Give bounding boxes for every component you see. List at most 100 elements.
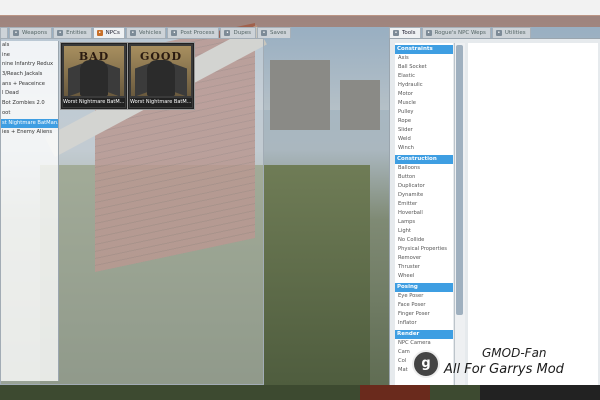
tool-item[interactable]: Hydraulic — [395, 81, 453, 90]
tree-item[interactable]: nine Infantry Redux — [1, 60, 58, 70]
tool-item[interactable]: Muscle — [395, 99, 453, 108]
npc-portrait: BAD — [64, 46, 124, 96]
tool-item[interactable]: Hoverball — [395, 209, 453, 218]
watermark-title: GMOD-Fan — [482, 346, 547, 360]
tab-utilities[interactable]: • Utilities — [491, 27, 531, 38]
tree-item[interactable]: als — [1, 41, 58, 51]
tab-entities[interactable]: • Entities — [53, 27, 92, 38]
spawn-menu-tabs: • Weapons • Entities • NPCs • Vehicles • Post… — [0, 27, 292, 38]
postprocess-icon: • — [171, 30, 178, 36]
tool-item[interactable]: Axis — [395, 54, 453, 63]
window-top-bar — [0, 0, 600, 16]
tree-item[interactable]: Bot Zombies 2.0 — [1, 99, 58, 109]
tab-label: Saves — [269, 30, 287, 36]
tool-menu: • Tools • Rogue's NPC Weps • Utilities Cons… — [389, 27, 600, 389]
tab-vehicles[interactable]: • Vehicles — [125, 27, 167, 38]
npc-label: Worst Nightmare BatM... — [63, 98, 125, 107]
tool-menu-body: Constraints Axis Ball Socket Elastic Hydraul… — [389, 38, 600, 389]
gmod-logo-icon: g — [412, 350, 440, 378]
hud-element — [480, 385, 600, 400]
tool-item[interactable]: Thruster — [395, 263, 453, 272]
tool-item[interactable]: Weld — [395, 135, 453, 144]
tool-category-header[interactable]: Constraints — [395, 45, 453, 54]
tool-item[interactable]: Rope — [395, 117, 453, 126]
tab-label: Entities — [66, 30, 87, 36]
tool-item[interactable]: Physical Properties — [395, 245, 453, 254]
gun-icon: • — [13, 30, 19, 36]
tool-item[interactable]: Balloons — [395, 164, 453, 173]
tree-item[interactable]: oot — [1, 109, 58, 119]
tool-item[interactable]: No Collide — [395, 236, 453, 245]
tab-label: Vehicles — [138, 30, 162, 36]
tab-post-process[interactable]: • Post Process — [167, 27, 220, 38]
tool-category-header[interactable]: Posing — [395, 283, 453, 292]
watermark-subtitle: All For Garrys Mod — [444, 362, 564, 377]
tool-item[interactable]: Light — [395, 227, 453, 236]
utilities-icon: • — [495, 30, 502, 36]
tool-item[interactable]: Face Poser — [395, 301, 453, 310]
save-icon: • — [260, 30, 267, 36]
tab-label: Weapons — [22, 30, 48, 36]
tab-npc-weps[interactable]: • Rogue's NPC Weps — [421, 27, 491, 38]
wrench-icon: • — [393, 30, 399, 36]
npc-spawn-icon[interactable]: BAD Worst Nightmare BatM... — [61, 43, 127, 109]
npc-spawn-icon[interactable]: GOOD Worst Nightmare BatM... — [128, 43, 194, 109]
spawn-menu-body: als ine nine Infantry Redux 3/Reach Jack… — [0, 38, 264, 385]
game-hud-strip — [0, 385, 600, 400]
tool-item[interactable]: Winch — [395, 144, 453, 153]
npc-portrait-text: GOOD — [139, 50, 183, 63]
background-building — [340, 80, 380, 130]
tool-item[interactable]: Slider — [395, 126, 453, 135]
tree-item-selected[interactable]: st Nightmare BatMan... — [1, 118, 58, 129]
car-icon: • — [129, 30, 136, 36]
npc-grid: BAD Worst Nightmare BatM... GOOD Worst N… — [61, 43, 259, 378]
hud-element — [360, 385, 430, 400]
npc-portrait: GOOD — [131, 46, 191, 96]
tool-item[interactable]: Wheel — [395, 272, 453, 281]
tab-list[interactable] — [0, 27, 8, 38]
tool-item[interactable]: Remover — [395, 254, 453, 263]
tab-label: NPCs — [105, 30, 120, 36]
tool-item[interactable]: Dynamite — [395, 191, 453, 200]
npc-weapon-icon: • — [425, 30, 432, 36]
scrollbar-thumb[interactable] — [456, 45, 463, 315]
watermark: g GMOD-Fan All For Garrys Mod — [412, 340, 597, 382]
tab-npcs[interactable]: • NPCs — [92, 27, 125, 38]
spawn-menu: • Weapons • Entities • NPCs • Vehicles • Post… — [0, 27, 292, 387]
tool-item[interactable]: Emitter — [395, 200, 453, 209]
tool-list-scrollbar[interactable] — [454, 43, 465, 386]
tree-item[interactable]: ine — [1, 51, 58, 61]
tool-item[interactable]: Motor — [395, 90, 453, 99]
tree-item[interactable]: 3/Reach Jackals — [1, 70, 58, 80]
entity-icon: • — [57, 30, 64, 36]
tool-item[interactable]: Eye Poser — [395, 292, 453, 301]
tab-label: Dupes — [233, 30, 251, 36]
tool-category-header[interactable]: Render — [395, 330, 453, 339]
npc-label: Worst Nightmare BatM... — [130, 98, 192, 107]
tool-item[interactable]: Inflator — [395, 319, 453, 328]
npc-portrait-text: BAD — [78, 50, 110, 63]
tool-item[interactable]: Finger Poser — [395, 310, 453, 319]
tool-list[interactable]: Constraints Axis Ball Socket Elastic Hydraul… — [395, 43, 453, 386]
tool-item[interactable]: Button — [395, 173, 453, 182]
tool-item[interactable]: Elastic — [395, 72, 453, 81]
background-roof — [0, 15, 600, 27]
tree-item[interactable]: ies + Enemy Aliens — [1, 128, 58, 138]
tool-item[interactable]: Pulley — [395, 108, 453, 117]
tree-item[interactable]: ans + Peaceince — [1, 80, 58, 90]
tree-item[interactable]: l Dead — [1, 89, 58, 99]
npc-icon: • — [96, 30, 103, 36]
tool-item[interactable]: Duplicator — [395, 182, 453, 191]
tool-item[interactable]: Lamps — [395, 218, 453, 227]
tool-item[interactable]: Ball Socket — [395, 63, 453, 72]
tool-category-header[interactable]: Construction — [395, 155, 453, 164]
npc-category-tree[interactable]: als ine nine Infantry Redux 3/Reach Jack… — [1, 41, 59, 381]
tab-saves[interactable]: • Saves — [256, 27, 292, 38]
tab-dupes[interactable]: • Dupes — [220, 27, 256, 38]
tab-weapons[interactable]: • Weapons — [9, 27, 53, 38]
tool-menu-tabs: • Tools • Rogue's NPC Weps • Utilities — [389, 27, 532, 38]
tab-tools[interactable]: • Tools — [389, 27, 421, 38]
tab-label: Tools — [402, 30, 416, 36]
background-building — [270, 60, 330, 130]
tab-label: Post Process — [180, 30, 215, 36]
